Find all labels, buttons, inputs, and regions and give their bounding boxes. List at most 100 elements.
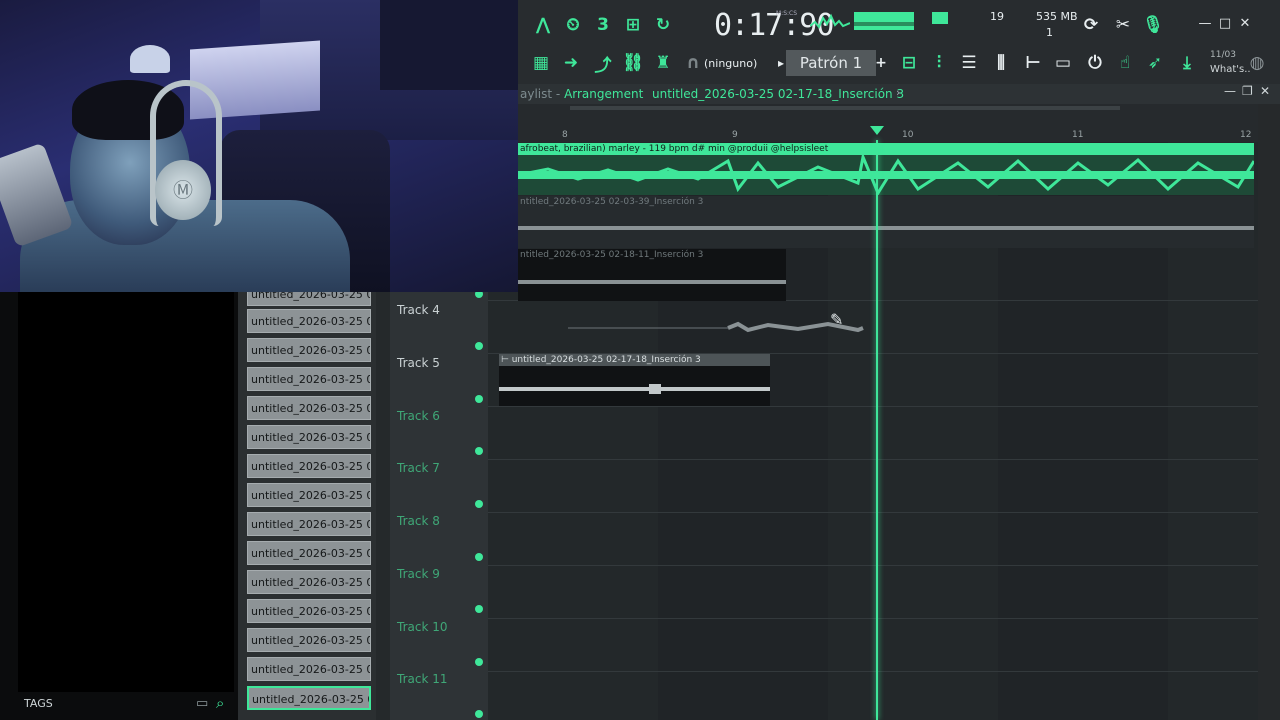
cut-icon[interactable]: ✂ <box>1110 12 1136 38</box>
minimize-icon[interactable]: — <box>1196 16 1214 34</box>
bar-number: 10 <box>902 130 914 140</box>
track-name[interactable]: Track 4 <box>397 303 440 317</box>
playhead[interactable] <box>876 140 878 720</box>
row-divider <box>488 565 1258 566</box>
master-peak-meter <box>854 22 914 26</box>
news-label[interactable]: What's.. <box>1210 64 1251 75</box>
track-name[interactable]: Track 6 <box>397 409 440 423</box>
chevron-right-icon[interactable]: › <box>896 86 900 99</box>
webcam-shelf <box>380 0 518 90</box>
news-date: 11/03 <box>1210 50 1236 60</box>
arrow-right-icon[interactable]: ➜ <box>558 50 584 76</box>
playlist-icon[interactable]: ⊟ <box>896 50 922 76</box>
maximize-icon[interactable]: □ <box>1216 16 1234 34</box>
track-enable-led[interactable] <box>475 500 483 508</box>
track-enable-led[interactable] <box>475 553 483 561</box>
snap-icon[interactable]: ⤴ <box>590 50 616 76</box>
loop-record-icon[interactable]: ↻ <box>650 12 676 38</box>
playhead-marker[interactable] <box>870 126 884 135</box>
browser-item[interactable]: untitled_2026-03-25 02-... <box>247 396 371 420</box>
browser-item-selected[interactable]: untitled_2026-03-25 02-... <box>247 686 371 710</box>
track-enable-led[interactable] <box>475 342 483 350</box>
webcam-cap <box>130 45 170 73</box>
clip-title: ⊢ untitled_2026-03-25 02-17-18_Inserción… <box>499 354 770 366</box>
audio-clip-insert2[interactable]: ntitled_2026-03-25 02-18-11_Inserción 3 <box>518 249 786 301</box>
polyphony-value: 1 <box>1046 26 1053 39</box>
browser-item[interactable]: untitled_2026-03-25 02-... <box>247 309 371 333</box>
track-name[interactable]: Track 5 <box>397 356 440 370</box>
piano-keys-icon[interactable]: ▦ <box>528 50 554 76</box>
folder-icon[interactable]: ▭ <box>196 696 208 711</box>
browser-item[interactable]: untitled_2026-03-25 02-... <box>247 367 371 391</box>
track-name[interactable]: Track 7 <box>397 461 440 475</box>
browser-item[interactable]: untitled_2026-03-25 02-... <box>247 338 371 362</box>
browser-item[interactable]: untitled_2026-03-25 02-... <box>247 570 371 594</box>
clip-waveform <box>518 280 786 284</box>
browser-item[interactable]: untitled_2026-03-25 02-... <box>247 657 371 681</box>
magnet-icon[interactable]: ∩ <box>680 50 706 76</box>
audio-clip-track4[interactable] <box>568 318 868 338</box>
mixer-icon[interactable]: ⫼ <box>988 50 1014 76</box>
restore-icon[interactable]: ❐ <box>1242 84 1253 98</box>
wait-input-icon[interactable]: ⏲ <box>560 12 586 38</box>
track-enable-led[interactable] <box>475 447 483 455</box>
close-icon[interactable]: ✕ <box>1236 16 1254 34</box>
bar-number: 12 <box>1240 130 1252 140</box>
browser-scrollbar[interactable] <box>376 292 390 720</box>
browser-item[interactable]: untitled_2026-03-25 02-... <box>247 454 371 478</box>
row-divider <box>488 459 1258 460</box>
stamp-icon[interactable]: ♜ <box>650 50 676 76</box>
microphone-icon[interactable]: 🎙 <box>1140 12 1166 38</box>
browser-item[interactable]: untitled_2026-03-25 02-... <box>247 599 371 623</box>
search-icon[interactable]: ⌕ <box>216 694 224 712</box>
audio-clip-insert1[interactable]: ntitled_2026-03-25 02-03-39_Inserción 3 <box>518 196 1254 248</box>
browser-item[interactable]: untitled_2026-03-25 02-... <box>247 541 371 565</box>
master-volume-meter <box>854 12 914 30</box>
tags-label[interactable]: TAGS <box>24 697 53 710</box>
current-clip-name[interactable]: untitled_2026-03-25 02-17-18_Inserción 3 <box>652 87 904 101</box>
pattern-button[interactable]: Patrón 1 <box>786 50 876 76</box>
row-divider <box>488 406 1258 407</box>
clip-menu-icon[interactable]: ⊢ <box>501 355 512 365</box>
touch-icon[interactable]: ☝ <box>1112 50 1138 76</box>
pencil-cursor-icon: ✎ <box>830 310 844 329</box>
browser-icon[interactable]: ⊢ <box>1020 50 1046 76</box>
browser-tree[interactable] <box>18 292 234 692</box>
minimize-icon[interactable]: — <box>1224 84 1236 98</box>
horizontal-scrollbar[interactable] <box>570 106 1120 110</box>
step-edit-icon[interactable]: ⊞ <box>620 12 646 38</box>
countdown-icon[interactable]: 3 <box>590 12 616 38</box>
track-enable-led[interactable] <box>475 395 483 403</box>
browser-item[interactable]: untitled_2026-03-25 02-... <box>247 628 371 652</box>
download-icon[interactable]: ⤓ <box>1174 50 1200 76</box>
clip-waveform <box>499 384 770 394</box>
playlist-header: aylist - Arrangement untitled_2026-03-25… <box>518 84 1280 104</box>
piano-roll-icon[interactable]: ⫶ <box>926 50 952 76</box>
browser-item[interactable]: untitled_2026-03-25 02-... <box>247 483 371 507</box>
metronome-icon[interactable]: ⋀ <box>530 12 556 38</box>
track-enable-led[interactable] <box>475 605 483 613</box>
pattern-selector[interactable]: (ninguno) <box>704 52 782 74</box>
link-icon[interactable]: ⛓ <box>620 50 646 76</box>
row-divider <box>488 671 1258 672</box>
feather-icon[interactable]: ➶ <box>1142 50 1168 76</box>
audio-clip-main[interactable]: afrobeat, brazilian) marley - 119 bpm d#… <box>518 143 1254 195</box>
memory-value: 535 MB <box>1036 10 1078 23</box>
track-enable-led[interactable] <box>475 710 483 718</box>
project-icon[interactable]: ▭ <box>1050 50 1076 76</box>
track-name[interactable]: Track 11 <box>397 672 447 686</box>
close-icon[interactable]: ✕ <box>1260 84 1270 98</box>
channel-rack-icon[interactable]: ☰ <box>956 50 982 76</box>
plugin-icon[interactable]: ⏻ <box>1082 50 1108 76</box>
audio-clip-track5[interactable]: ⊢ untitled_2026-03-25 02-17-18_Inserción… <box>499 354 770 406</box>
track-name[interactable]: Track 10 <box>397 620 447 634</box>
vertical-scrollbar[interactable] <box>1258 104 1280 720</box>
browser-item[interactable]: untitled_2026-03-25 02-... <box>247 512 371 536</box>
headphone-cup: Ⓜ <box>155 160 211 220</box>
browser-item[interactable]: untitled_2026-03-25 02-... <box>247 425 371 449</box>
webcam-overlay: Ⓜ <box>0 0 518 292</box>
track-name[interactable]: Track 8 <box>397 514 440 528</box>
track-name[interactable]: Track 9 <box>397 567 440 581</box>
track-enable-led[interactable] <box>475 658 483 666</box>
undo-icon[interactable]: ⟳ <box>1078 12 1104 38</box>
